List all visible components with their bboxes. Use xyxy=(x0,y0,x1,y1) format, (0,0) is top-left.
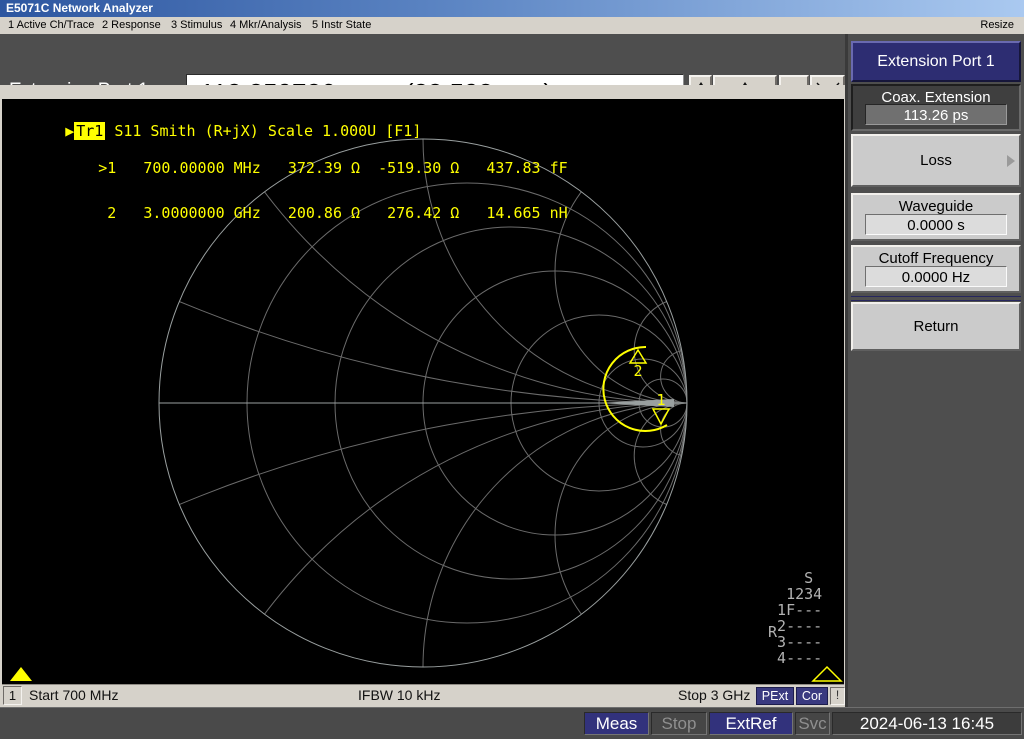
status-extref: ExtRef xyxy=(709,712,793,735)
cutoff-frequency-value: 0.0000 Hz xyxy=(865,266,1007,287)
warning-indicator: ! xyxy=(830,687,845,705)
stop-frequency: Stop 3 GHz xyxy=(678,687,751,703)
marker-row-1: >1 700.00000 MHz 372.39 Ω -519.30 Ω 437.83 fF xyxy=(98,159,568,177)
menu-instr-state[interactable]: 5 Instr State xyxy=(312,19,371,31)
title-bar: E5071C Network Analyzer xyxy=(0,0,1024,17)
trace-name: Tr1 xyxy=(74,122,106,140)
start-frequency: Start 700 MHz xyxy=(29,687,119,703)
port-extension-badge: PExt xyxy=(756,687,794,705)
receiver-label: R xyxy=(768,623,778,641)
channel-status-bar: 1 Start 700 MHz IFBW 10 kHz Stop 3 GHz P… xyxy=(2,684,845,706)
e5071c-screen: { "window_title": "E5071C Network Analyz… xyxy=(0,0,1024,739)
menu-stimulus[interactable]: 3 Stimulus xyxy=(171,19,222,31)
softkey-menu-title: Extension Port 1 xyxy=(851,41,1021,82)
active-trace-pointer-icon: ▶ xyxy=(65,122,75,140)
svg-text:1: 1 xyxy=(656,391,665,409)
status-stop: Stop xyxy=(651,712,707,735)
softkey-return[interactable]: Return xyxy=(851,302,1021,351)
menu-response[interactable]: 2 Response xyxy=(102,19,161,31)
trace-format-label: S11 Smith (R+jX) Scale 1.000U [F1] xyxy=(114,122,422,140)
correction-badge: Cor xyxy=(796,687,828,705)
resize-button[interactable]: Resize xyxy=(980,19,1014,31)
menu-mkr-analysis[interactable]: 4 Mkr/Analysis xyxy=(230,19,302,31)
menu-active-ch-trace[interactable]: 1 Active Ch/Trace xyxy=(8,19,94,31)
softkey-coax-extension[interactable]: Coax. Extension 113.26 ps xyxy=(851,84,1021,131)
channel-window: 12 ▶ Tr1 S11 Smith (R+jX) Scale 1.000U [F1… xyxy=(0,85,846,707)
softkey-waveguide[interactable]: Waveguide 0.0000 s xyxy=(851,193,1021,241)
status-datetime: 2024-06-13 16:45 xyxy=(832,712,1022,735)
port-coupling-matrix: S 1234 1F--- 2---- 3---- 4---- xyxy=(759,569,823,667)
instrument-status-bar: Meas Stop ExtRef Svc 2024-06-13 16:45 xyxy=(0,707,1024,739)
softkey-cutoff-frequency[interactable]: Cutoff Frequency 0.0000 Hz xyxy=(851,245,1021,293)
marker-row-2: 2 3.0000000 GHz 200.86 Ω 276.42 Ω 14.665 nH xyxy=(107,204,568,222)
chart-area: 12 ▶ Tr1 S11 Smith (R+jX) Scale 1.000U [F1… xyxy=(2,99,844,684)
sidebar-gutter xyxy=(845,34,848,707)
softkey-separator xyxy=(851,296,1021,301)
window-title: E5071C Network Analyzer xyxy=(6,1,153,15)
marker-readout: >1 700.00000 MHz 372.39 Ω -519.30 Ω 437.83 fF 23… xyxy=(26,146,568,236)
status-meas: Meas xyxy=(584,712,649,735)
svg-text:2: 2 xyxy=(633,362,642,380)
menu-bar: 1 Active Ch/Trace 2 Response 3 Stimulus … xyxy=(0,17,1024,35)
waveguide-value: 0.0000 s xyxy=(865,214,1007,235)
softkey-sidebar: Extension Port 1 Coax. Extension 113.26 … xyxy=(845,34,1024,707)
submenu-arrow-icon xyxy=(1007,154,1015,167)
ifbw-readout: IFBW 10 kHz xyxy=(358,687,441,703)
channel-number: 1 xyxy=(3,686,22,705)
coax-extension-value: 113.26 ps xyxy=(865,104,1007,125)
softkey-loss[interactable]: Loss xyxy=(851,134,1021,187)
status-svc: Svc xyxy=(795,712,830,735)
